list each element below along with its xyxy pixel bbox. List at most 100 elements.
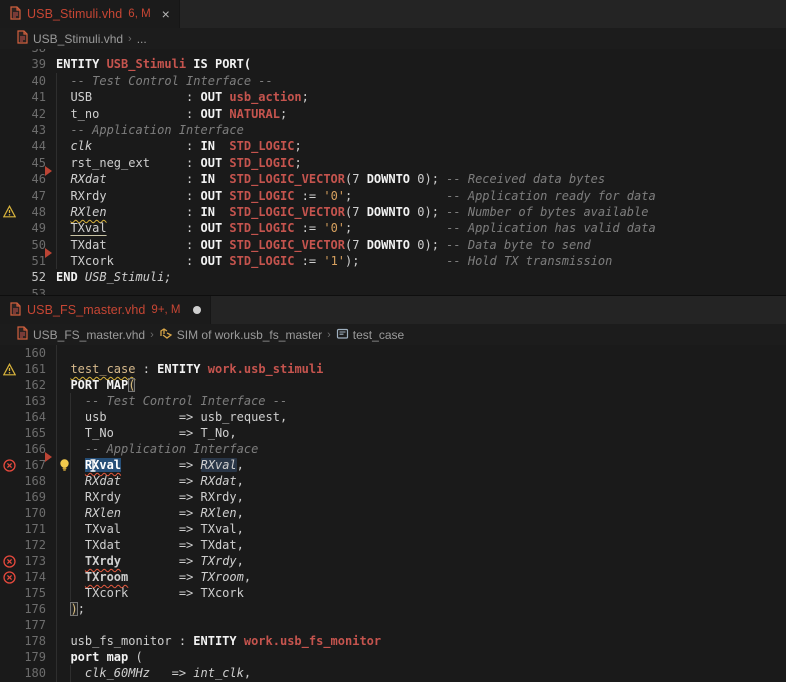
code-token: ( xyxy=(128,650,142,664)
breadcrumb-item[interactable]: SIM of work.usb_fs_master xyxy=(159,327,322,343)
code-line[interactable]: 47 RXrdy : OUT STD_LOGIC := '0'; -- Appl… xyxy=(0,188,786,204)
code-token: IS PORT( xyxy=(193,57,251,71)
code-line[interactable]: 38 xyxy=(0,49,786,56)
code-token: DOWNTO xyxy=(367,172,410,186)
indent-guide xyxy=(56,473,57,489)
indent-guide xyxy=(56,489,57,505)
chevron-right-icon: › xyxy=(127,33,133,45)
indent-guide xyxy=(56,220,57,236)
code-line[interactable]: 51 TXcork : OUT STD_LOGIC := '1'); -- Ho… xyxy=(0,253,786,269)
code-token: RXrdy => RXrdy, xyxy=(56,490,244,504)
indent-guide xyxy=(56,441,57,457)
code-line[interactable]: 39ENTITY USB_Stimuli IS PORT( xyxy=(0,56,786,72)
code-token: OUT xyxy=(201,189,230,203)
code-line[interactable]: 43 -- Application Interface xyxy=(0,122,786,138)
code-token: (7 xyxy=(345,238,367,252)
code-token: usb => usb_request, xyxy=(56,410,287,424)
code-line[interactable]: 166 -- Application Interface xyxy=(0,441,786,457)
code-line[interactable]: 178 usb_fs_monitor : ENTITY work.usb_fs_… xyxy=(0,633,786,649)
tab-USB_Stimuli.vhd[interactable]: USB_Stimuli.vhd6, M× xyxy=(0,0,180,28)
line-number: 43 xyxy=(0,122,46,138)
code-line[interactable]: 160 xyxy=(0,345,786,361)
code-line[interactable]: 41 USB : OUT usb_action; xyxy=(0,89,786,105)
code-line[interactable]: 177 xyxy=(0,617,786,633)
code-token: OUT xyxy=(201,238,230,252)
breadcrumb-item[interactable]: USB_FS_master.vhd xyxy=(16,326,145,343)
code-line[interactable]: 48 RXlen : IN STD_LOGIC_VECTOR(7 DOWNTO … xyxy=(0,204,786,220)
code-line[interactable]: 169 RXrdy => RXrdy, xyxy=(0,489,786,505)
code-line[interactable]: 44 clk : IN STD_LOGIC; xyxy=(0,138,786,154)
breadcrumb-label: SIM of work.usb_fs_master xyxy=(177,328,322,342)
code-token: work.usb_stimuli xyxy=(208,362,324,376)
code-token: -- Application Interface xyxy=(85,442,258,456)
breadcrumb-item[interactable]: test_case xyxy=(336,327,404,343)
close-icon[interactable]: × xyxy=(162,7,170,21)
error-icon xyxy=(3,555,16,568)
code-token: 0); xyxy=(410,172,446,186)
line-number: 163 xyxy=(0,393,46,409)
warning-icon xyxy=(3,205,16,218)
line-number: 42 xyxy=(0,106,46,122)
tab-label: USB_FS_master.vhd xyxy=(27,303,145,317)
code-line[interactable]: 50 TXdat : OUT STD_LOGIC_VECTOR(7 DOWNTO… xyxy=(0,237,786,253)
lightbulb-icon[interactable] xyxy=(58,458,71,472)
code-line[interactable]: 52END USB_Stimuli; xyxy=(0,269,786,285)
code-line[interactable]: 161 test_case : ENTITY work.usb_stimuli xyxy=(0,361,786,377)
code-line[interactable]: 174 TXroom => TXroom, xyxy=(0,569,786,585)
code-token: : xyxy=(135,362,157,376)
code-token: STD_LOGIC xyxy=(229,189,294,203)
indent-guide xyxy=(56,425,57,441)
tab-problems-badge: 9+, M xyxy=(151,304,180,316)
tab-bar-top: USB_Stimuli.vhd6, M× xyxy=(0,0,786,28)
code-line[interactable]: 172 TXdat => TXdat, xyxy=(0,537,786,553)
code-line[interactable]: 163 -- Test Control Interface -- xyxy=(0,393,786,409)
code-token: END xyxy=(56,270,85,284)
code-line[interactable]: 165 T_No => T_No, xyxy=(0,425,786,441)
code-token xyxy=(56,172,70,186)
line-number: 166 xyxy=(0,441,46,457)
code-token: := xyxy=(294,254,323,268)
code-line[interactable]: 40 -- Test Control Interface -- xyxy=(0,73,786,89)
breadcrumb-item[interactable]: ... xyxy=(137,32,147,46)
unsaved-dot-icon[interactable] xyxy=(193,306,201,314)
code-line[interactable]: 49 TXval : OUT STD_LOGIC := '0'; -- Appl… xyxy=(0,220,786,236)
code-token: clk xyxy=(70,139,92,153)
breadcrumb-item[interactable]: USB_Stimuli.vhd xyxy=(16,30,123,47)
code-line[interactable]: 175 TXcork => TXcork xyxy=(0,585,786,601)
code-line[interactable]: 179 port map ( xyxy=(0,649,786,665)
code-line[interactable]: 176 ); xyxy=(0,601,786,617)
code-token: 0); xyxy=(410,205,446,219)
code-token xyxy=(56,650,70,664)
line-number: 40 xyxy=(0,73,46,89)
code-editor-top[interactable]: 3839ENTITY USB_Stimuli IS PORT(40 -- Tes… xyxy=(0,49,786,296)
code-line[interactable]: 170 RXlen => RXlen, xyxy=(0,505,786,521)
code-line[interactable]: 167 RXval => RXval, xyxy=(0,457,786,473)
code-line[interactable]: 173 TXrdy => TXrdy, xyxy=(0,553,786,569)
code-token: (7 xyxy=(345,205,367,219)
code-token: -- Hold TX transmission xyxy=(446,254,612,268)
code-line[interactable]: 168 RXdat => RXdat, xyxy=(0,473,786,489)
code-line[interactable]: 45 rst_neg_ext : OUT STD_LOGIC; xyxy=(0,155,786,171)
code-token: OUT xyxy=(201,107,230,121)
code-line[interactable]: 46 RXdat : IN STD_LOGIC_VECTOR(7 DOWNTO … xyxy=(0,171,786,187)
code-line[interactable]: 162 PORT MAP( xyxy=(0,377,786,393)
code-token xyxy=(56,602,70,616)
code-line[interactable]: 42 t_no : OUT NATURAL; xyxy=(0,106,786,122)
code-line[interactable]: 180 clk_60MHz => int_clk, xyxy=(0,665,786,681)
line-number: 168 xyxy=(0,473,46,489)
code-line[interactable]: 53 xyxy=(0,286,786,296)
code-token: work.usb_fs_monitor xyxy=(244,634,381,648)
code-token: ; xyxy=(345,189,446,203)
code-token: => xyxy=(121,506,200,520)
code-line[interactable]: 171 TXval => TXval, xyxy=(0,521,786,537)
tab-USB_FS_master.vhd[interactable]: USB_FS_master.vhd 9+, M xyxy=(0,296,211,324)
code-editor-bottom[interactable]: 160161 test_case : ENTITY work.usb_stimu… xyxy=(0,345,786,682)
code-token xyxy=(56,378,70,392)
code-token: -- Test Control Interface -- xyxy=(85,394,287,408)
code-line[interactable]: 164 usb => usb_request, xyxy=(0,409,786,425)
git-deleted-marker-icon xyxy=(45,248,52,258)
code-token: , xyxy=(237,474,244,488)
indent-guide xyxy=(56,155,57,171)
line-number: 47 xyxy=(0,188,46,204)
code-token: , xyxy=(244,570,251,584)
